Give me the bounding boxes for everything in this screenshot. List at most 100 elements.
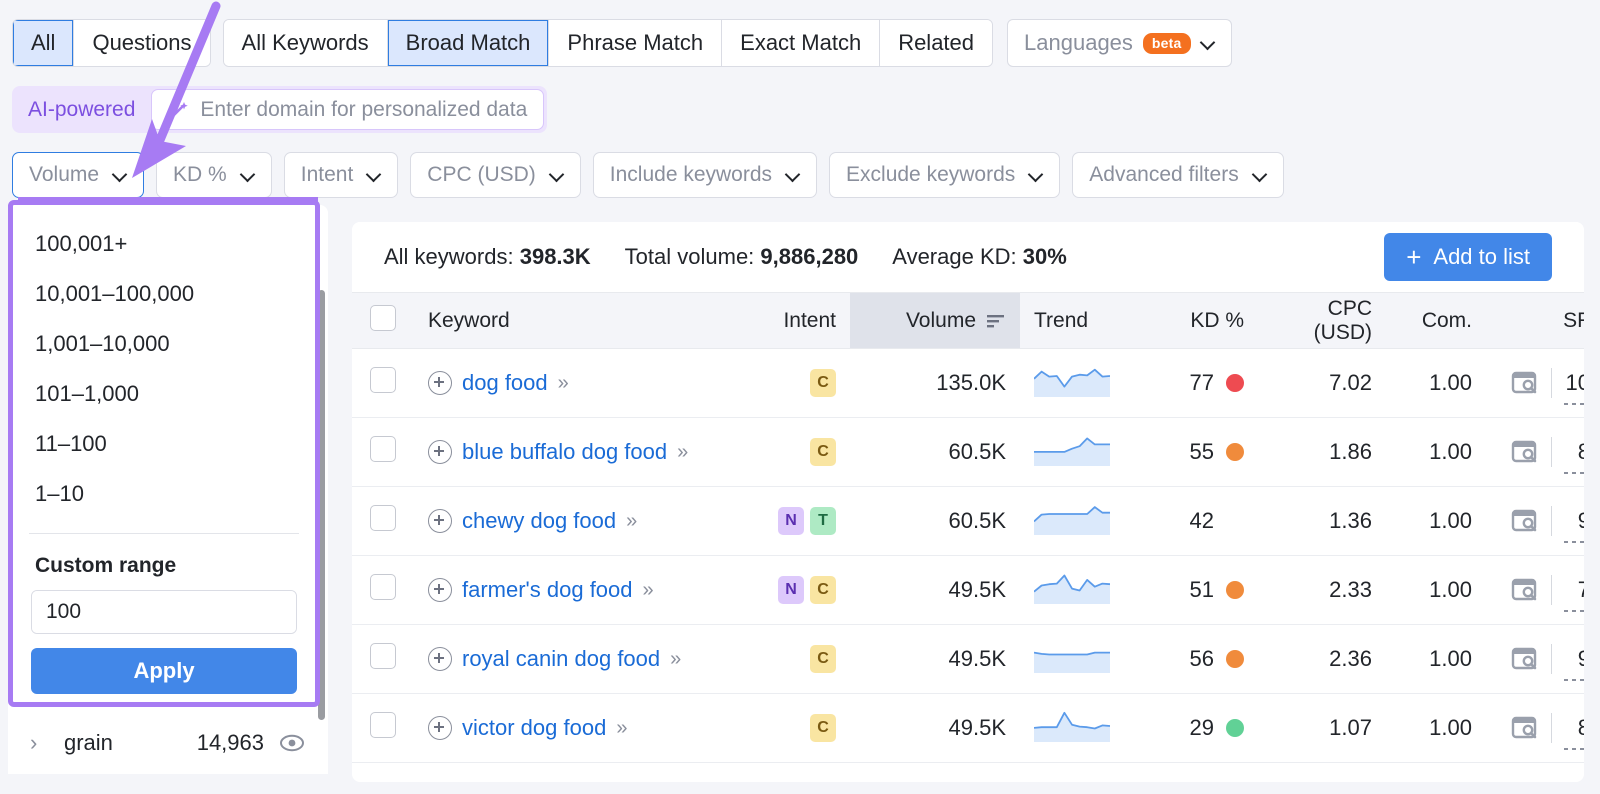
intent-badge-C[interactable]: C: [810, 714, 836, 742]
tab-phrase-match[interactable]: Phrase Match: [549, 20, 722, 66]
tab-all-keywords[interactable]: All Keywords: [224, 20, 388, 66]
row-kd-cell: 56: [1140, 625, 1258, 694]
intent-badge-C[interactable]: C: [810, 576, 836, 604]
row-checkbox[interactable]: [370, 436, 396, 462]
intent-badge-C[interactable]: C: [810, 645, 836, 673]
row-intent-cell: C: [730, 694, 850, 763]
header-cpc[interactable]: CPC (USD): [1258, 293, 1386, 349]
all-keywords-label: All keywords:: [384, 244, 514, 269]
filter-cpc-usd-[interactable]: CPC (USD): [410, 152, 581, 198]
header-com[interactable]: Com.: [1386, 293, 1486, 349]
volume-option-5[interactable]: 1–10: [13, 469, 315, 519]
keyword-group-row-grain[interactable]: › grain 14,963: [8, 712, 328, 774]
row-sf-cell: 8: [1486, 418, 1584, 487]
eye-icon[interactable]: [278, 733, 306, 753]
serp-features-icon[interactable]: [1511, 508, 1539, 534]
serp-features-icon[interactable]: [1511, 715, 1539, 741]
add-keyword-icon[interactable]: [428, 647, 452, 671]
tab-related[interactable]: Related: [880, 20, 992, 66]
row-checkbox[interactable]: [370, 643, 396, 669]
double-chevron-right-icon[interactable]: »: [677, 441, 687, 464]
table-row[interactable]: dog food » C 135.0K 77 7.02 1.00 10: [352, 349, 1584, 418]
kd-value: 55: [1190, 439, 1214, 465]
volume-option-4[interactable]: 11–100: [13, 419, 315, 469]
filter-intent[interactable]: Intent: [284, 152, 399, 198]
tab-broad-match[interactable]: Broad Match: [388, 20, 550, 66]
filter-include-keywords[interactable]: Include keywords: [593, 152, 817, 198]
serp-features-icon[interactable]: [1511, 370, 1539, 396]
keyword-link[interactable]: farmer's dog food: [462, 577, 633, 603]
sf-count: 9: [1564, 646, 1584, 672]
keyword-link[interactable]: royal canin dog food: [462, 646, 660, 672]
table-row[interactable]: blue buffalo dog food » C 60.5K 55 1.86 …: [352, 418, 1584, 487]
header-sf[interactable]: SF: [1486, 293, 1584, 349]
row-checkbox[interactable]: [370, 574, 396, 600]
chevron-right-icon[interactable]: ›: [30, 730, 64, 756]
sort-descending-icon: [986, 313, 1006, 329]
header-volume[interactable]: Volume: [850, 293, 1020, 349]
plus-icon: +: [1406, 244, 1421, 270]
chevron-down-icon: [550, 168, 564, 182]
trend-sparkline: [1034, 708, 1110, 742]
header-trend[interactable]: Trend: [1020, 293, 1140, 349]
add-keyword-icon[interactable]: [428, 509, 452, 533]
add-keyword-icon[interactable]: [428, 440, 452, 464]
row-cpc-cell: 1.86: [1258, 418, 1386, 487]
filter-advanced-filters[interactable]: Advanced filters: [1072, 152, 1283, 198]
keyword-link[interactable]: blue buffalo dog food: [462, 439, 667, 465]
volume-option-0[interactable]: 100,001+: [13, 219, 315, 269]
add-to-list-button[interactable]: + Add to list: [1384, 233, 1552, 281]
add-keyword-icon[interactable]: [428, 371, 452, 395]
double-chevron-right-icon[interactable]: »: [643, 579, 653, 602]
filter-volume[interactable]: Volume: [12, 152, 144, 198]
keyword-link[interactable]: victor dog food: [462, 715, 606, 741]
volume-option-3[interactable]: 101–1,000: [13, 369, 315, 419]
select-all-checkbox[interactable]: [370, 305, 396, 331]
kd-value: 42: [1190, 508, 1214, 534]
serp-features-icon[interactable]: [1511, 577, 1539, 603]
table-row[interactable]: royal canin dog food » C 49.5K 56 2.36 1…: [352, 625, 1584, 694]
row-com-cell: 1.00: [1386, 556, 1486, 625]
row-keyword-cell: royal canin dog food »: [414, 625, 730, 694]
intent-badge-N[interactable]: N: [778, 507, 804, 535]
row-checkbox[interactable]: [370, 505, 396, 531]
tab-exact-match[interactable]: Exact Match: [722, 20, 880, 66]
intent-badge-C[interactable]: C: [810, 438, 836, 466]
tab-all[interactable]: All: [13, 20, 74, 66]
sf-dashed-underline: [1564, 610, 1584, 612]
volume-option-2[interactable]: 1,001–10,000: [13, 319, 315, 369]
add-keyword-icon[interactable]: [428, 716, 452, 740]
stats-bar: All keywords: 398.3K Total volume: 9,886…: [352, 222, 1584, 292]
languages-dropdown[interactable]: Languages beta: [1007, 19, 1231, 67]
chevron-down-icon: [367, 168, 381, 182]
double-chevron-right-icon[interactable]: »: [616, 717, 626, 740]
double-chevron-right-icon[interactable]: »: [670, 648, 680, 671]
intent-badge-C[interactable]: C: [810, 369, 836, 397]
serp-features-icon[interactable]: [1511, 646, 1539, 672]
row-cpc-cell: 7.02: [1258, 349, 1386, 418]
add-keyword-icon[interactable]: [428, 578, 452, 602]
double-chevron-right-icon[interactable]: »: [626, 510, 636, 533]
header-kd[interactable]: KD %: [1140, 293, 1258, 349]
keyword-link[interactable]: chewy dog food: [462, 508, 616, 534]
table-row[interactable]: chewy dog food » NT 60.5K 42 1.36 1.00: [352, 487, 1584, 556]
intent-badge-T[interactable]: T: [810, 507, 836, 535]
filter-kd-[interactable]: KD %: [156, 152, 272, 198]
intent-badge-N[interactable]: N: [778, 576, 804, 604]
filter-exclude-keywords[interactable]: Exclude keywords: [829, 152, 1060, 198]
domain-input[interactable]: Enter domain for personalized data: [151, 89, 544, 130]
table-row[interactable]: victor dog food » C 49.5K 29 1.07 1.00: [352, 694, 1584, 763]
tab-questions[interactable]: Questions: [74, 20, 209, 66]
range-from-input[interactable]: [32, 591, 297, 633]
serp-features-icon[interactable]: [1511, 439, 1539, 465]
header-keyword[interactable]: Keyword: [414, 293, 730, 349]
row-checkbox[interactable]: [370, 367, 396, 393]
volume-option-1[interactable]: 10,001–100,000: [13, 269, 315, 319]
row-trend-cell: [1020, 625, 1140, 694]
row-checkbox[interactable]: [370, 712, 396, 738]
table-row[interactable]: farmer's dog food » NC 49.5K 51 2.33 1.0…: [352, 556, 1584, 625]
apply-button[interactable]: Apply: [31, 648, 297, 694]
header-intent[interactable]: Intent: [730, 293, 850, 349]
keyword-link[interactable]: dog food: [462, 370, 548, 396]
double-chevron-right-icon[interactable]: »: [558, 372, 568, 395]
